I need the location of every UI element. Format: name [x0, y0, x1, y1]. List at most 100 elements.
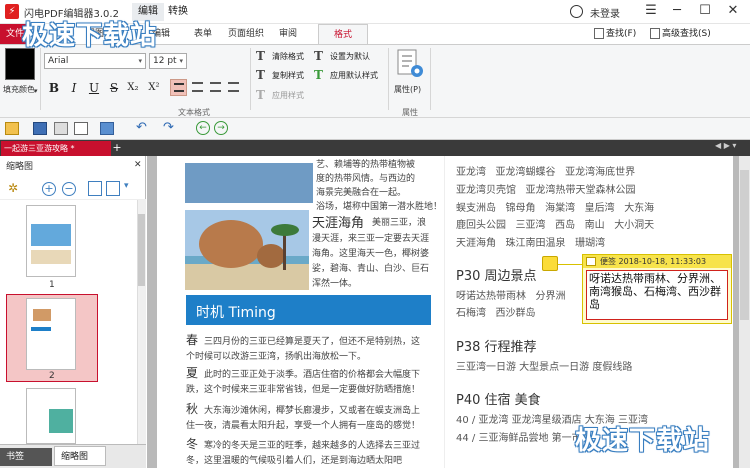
section-heading-p30: P30 周边景点	[456, 269, 537, 284]
apply-style-icon: T	[256, 88, 265, 102]
text-line: 跌，这个时候来三亚非常省钱，但是一定要做好防晒措施！	[186, 385, 421, 395]
divider	[250, 48, 251, 110]
menu-button[interactable]: ☰	[638, 2, 664, 22]
maximize-button[interactable]: ☐	[692, 2, 718, 22]
text-line: 浑然一体。	[312, 279, 358, 289]
align-left-button[interactable]	[170, 79, 187, 96]
login-status[interactable]: 未登录	[590, 5, 620, 20]
save-icon[interactable]	[33, 122, 47, 135]
zoom-out-icon[interactable]: −	[62, 182, 76, 196]
page-thumbnail-3[interactable]	[26, 388, 76, 444]
tab-form[interactable]: 表单	[190, 24, 216, 44]
forward-icon[interactable]: →	[214, 121, 228, 135]
season-autumn-label: 秋	[186, 402, 199, 416]
season-summer-label: 夏	[186, 366, 199, 380]
add-tab-button[interactable]: +	[111, 141, 123, 156]
document-tab[interactable]: 一起游三亚游攻略 *	[1, 141, 111, 156]
font-size-value: 12 pt	[153, 56, 177, 66]
tab-scroll-arrows-icon[interactable]: ◀ ▶ ▾	[715, 141, 736, 150]
thumbnail-image	[31, 327, 51, 331]
tab-bookmarks[interactable]: 书签	[0, 448, 52, 466]
text-line: 三四月份的三亚已经算是夏天了，但还不是特别热，这	[204, 337, 421, 347]
open-folder-icon[interactable]	[5, 122, 19, 135]
clear-format-button[interactable]: 清除格式	[272, 51, 304, 62]
justify-icon[interactable]	[228, 82, 239, 92]
spot-line: 44 / 三亚海鲜品尝地 第一市场	[456, 433, 592, 444]
spot-line: 呀诺达热带雨林 分界洲	[456, 291, 566, 302]
scanner-icon[interactable]	[100, 122, 114, 135]
sticky-note-textarea[interactable]: 呀诺达热带雨林、分界洲、南湾猴岛、石梅湾、西沙群岛	[586, 270, 728, 320]
font-size-select[interactable]: 12 pt ▾	[149, 53, 187, 69]
tab-page-organize[interactable]: 页面组织	[224, 24, 268, 44]
close-icon[interactable]: ✕	[134, 160, 142, 170]
advanced-find-icon	[650, 28, 660, 39]
rotate-left-icon[interactable]	[88, 181, 102, 196]
sticky-note-icon[interactable]	[542, 256, 558, 271]
user-icon[interactable]	[570, 5, 583, 18]
text-line: 寒冷的冬天是三亚的旺季，越来越多的人选择去三亚过	[204, 441, 421, 451]
superscript-button[interactable]: X²	[146, 80, 162, 96]
align-left-icon	[174, 83, 184, 92]
chevron-down-icon[interactable]: ▾	[124, 181, 129, 191]
subscript-button[interactable]: X₂	[125, 80, 141, 96]
scrollbar-thumb[interactable]	[740, 170, 749, 320]
spot-line: 亚龙湾 亚龙湾蝴蝶谷 亚龙湾海底世界	[456, 167, 636, 178]
group-label-properties: 属性	[402, 108, 418, 117]
apply-default-style-button[interactable]: 应用默认样式	[330, 70, 378, 81]
spot-line: 天涯海角 珠江南田温泉 珊瑚湾	[456, 238, 606, 249]
chevron-down-icon: ▾	[138, 57, 142, 65]
tab-thumbnails[interactable]: 缩略图	[54, 446, 106, 466]
photo-beach	[185, 163, 313, 203]
text-line: 艺、赖埔等的热带植物被	[316, 160, 416, 170]
photo-tianya-rocks	[185, 210, 309, 290]
apply-style-button[interactable]: 应用样式	[272, 90, 304, 101]
divider	[430, 48, 431, 110]
tab-review[interactable]: 审阅	[275, 24, 301, 44]
context-tab-convert[interactable]: 转换	[164, 3, 192, 21]
properties-button[interactable]: 属性(P)	[394, 84, 421, 95]
text-line: 大东海沙滩休闲，椰梦长廊漫步，又或者在蜈支洲岛上	[204, 406, 421, 416]
fill-color-label: 填充颜色	[3, 85, 35, 94]
page-number-2: 2	[49, 371, 55, 381]
tab-format[interactable]: 格式	[318, 24, 368, 45]
text-line: 娑，碧海、青山、白沙、巨石	[312, 264, 430, 274]
text-line: 海角。这里海天一色，椰树婆	[312, 249, 430, 259]
undo-icon[interactable]: ↶	[136, 120, 147, 135]
advanced-find-button[interactable]: 高级查找(S)	[662, 26, 711, 39]
bold-button[interactable]: B	[46, 80, 62, 96]
align-center-icon[interactable]	[192, 82, 203, 92]
find-button[interactable]: 查找(F)	[606, 26, 636, 39]
page-number-1: 1	[49, 280, 55, 290]
strikethrough-button[interactable]: S	[106, 80, 122, 96]
copy-style-button[interactable]: 复制样式	[272, 70, 304, 81]
rotate-right-icon[interactable]	[106, 181, 120, 196]
spot-line: 鹿回头公园 三亚湾 西岛 南山 大小洞天	[456, 220, 655, 231]
column-divider	[444, 156, 445, 468]
minimize-button[interactable]: ─	[664, 2, 690, 22]
close-button[interactable]: ✕	[720, 2, 746, 22]
chevron-down-icon[interactable]: ▾	[34, 87, 38, 95]
text-line: 此时的三亚正处于淡季。酒店住宿的价格都会大幅度下	[204, 370, 421, 380]
page-thumbnail-2[interactable]	[26, 298, 76, 370]
thumbnail-image	[49, 409, 73, 433]
font-family-value: Arial	[48, 56, 69, 66]
copy-style-icon: T	[256, 68, 265, 82]
email-icon[interactable]	[74, 122, 88, 135]
underline-button[interactable]: U	[86, 80, 102, 96]
back-icon[interactable]: ←	[196, 121, 210, 135]
page-thumbnail-1[interactable]	[26, 205, 76, 277]
font-family-select[interactable]: Arial ▾	[44, 53, 146, 69]
gear-icon[interactable]: ✲	[8, 181, 18, 195]
redo-icon[interactable]: ↷	[163, 120, 174, 135]
season-winter-label: 冬	[186, 437, 199, 451]
italic-button[interactable]: I	[66, 80, 82, 96]
chevron-down-icon: ▾	[179, 57, 183, 65]
spot-line: 三亚湾一日游 大型景点一日游 度假线路	[456, 362, 633, 373]
zoom-in-icon[interactable]: +	[42, 182, 56, 196]
align-right-icon[interactable]	[210, 82, 221, 92]
fill-color-swatch[interactable]	[5, 48, 35, 80]
scrollbar-thumb[interactable]	[138, 214, 145, 286]
properties-icon[interactable]	[395, 48, 425, 80]
set-default-button[interactable]: 设置为默认	[330, 51, 370, 62]
print-icon[interactable]	[54, 122, 68, 135]
